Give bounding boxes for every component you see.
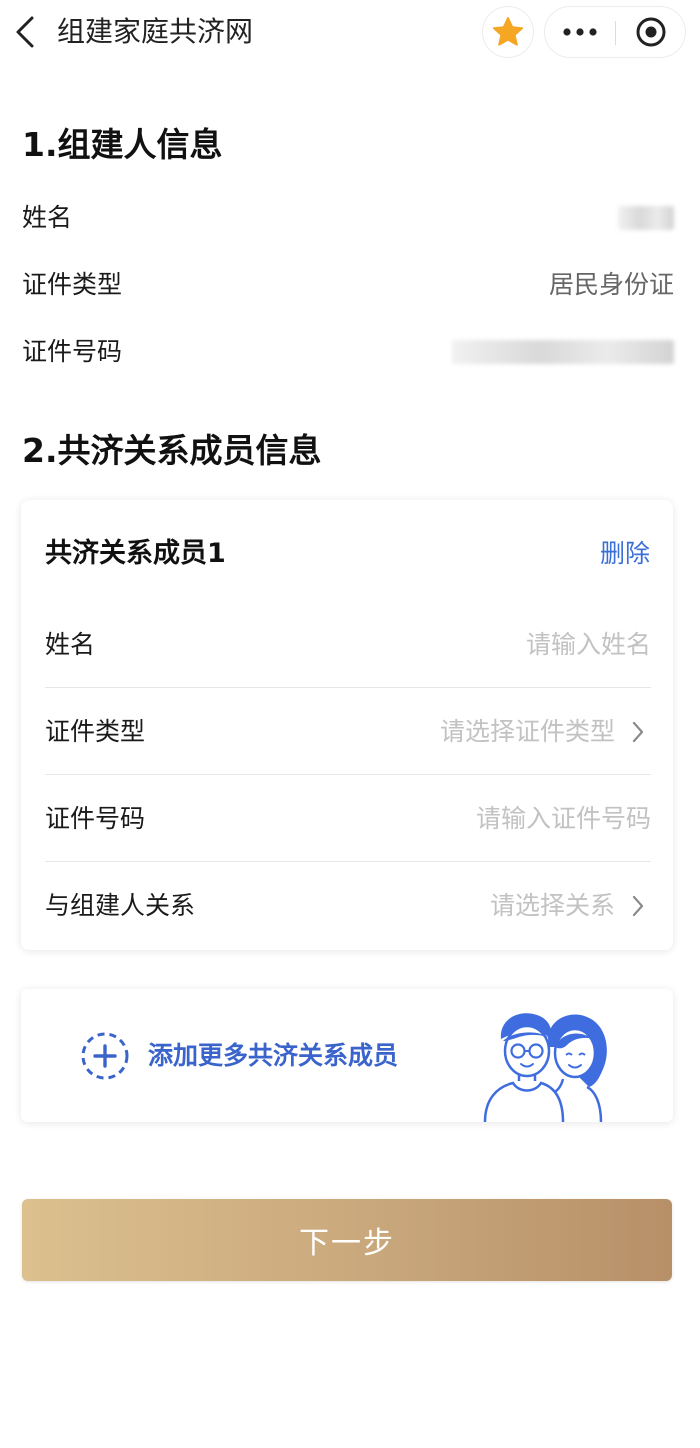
chevron-left-icon <box>16 16 34 48</box>
creator-id-type-row: 证件类型 居民身份证 <box>22 265 674 305</box>
favorite-button[interactable] <box>482 6 534 58</box>
close-button[interactable] <box>616 7 686 57</box>
member-name-input[interactable]: 请输入姓名 <box>526 625 651 665</box>
creator-name-label: 姓名 <box>22 203 73 232</box>
creator-id-number-row: 证件号码 <box>22 332 674 372</box>
creator-id-type-label: 证件类型 <box>22 270 123 299</box>
member-name-placeholder: 请输入姓名 <box>525 630 651 659</box>
top-navigation-bar: 组建家庭共济网 <box>0 0 700 66</box>
member-id-type-label: 证件类型 <box>45 717 146 746</box>
creator-name-row: 姓名 <box>22 198 674 238</box>
creator-name-redacted-value <box>618 206 674 230</box>
member-relation-placeholder: 请选择关系 <box>489 891 615 920</box>
page: 组建家庭共济网 1.组建人信息 姓名 证件类型 居民身份证 证件号码 2.共济关… <box>0 0 700 1448</box>
member-id-type-field[interactable]: 证件类型 请选择证件类型 <box>45 688 651 775</box>
target-circle-icon <box>636 17 666 47</box>
member-id-type-select[interactable]: 请选择证件类型 <box>440 712 645 752</box>
chevron-right-icon <box>632 895 644 917</box>
next-step-button[interactable]: 下一步 <box>22 1199 672 1281</box>
member-relation-label: 与组建人关系 <box>45 891 196 920</box>
member-card: 共济关系成员1 删除 姓名 请输入姓名 证件类型 请选择证件类型 证件号码 请输… <box>21 500 673 950</box>
member-relation-select[interactable]: 请选择关系 <box>490 886 645 926</box>
more-dots-icon <box>563 28 597 36</box>
delete-member-button[interactable]: 删除 <box>600 534 650 574</box>
add-circle-dashed-icon <box>81 1032 129 1080</box>
member-id-number-label: 证件号码 <box>45 804 146 833</box>
add-more-members-button[interactable]: 添加更多共济关系成员 <box>21 989 673 1122</box>
member-card-title: 共济关系成员1 <box>45 538 226 569</box>
member-name-label: 姓名 <box>45 630 96 659</box>
creator-id-number-redacted-value <box>452 340 674 364</box>
member-id-number-input[interactable]: 请输入证件号码 <box>476 799 651 839</box>
couple-illustration <box>483 1013 607 1122</box>
star-icon <box>493 17 523 46</box>
add-more-members-label: 添加更多共济关系成员 <box>148 1041 399 1070</box>
member-id-number-field[interactable]: 证件号码 请输入证件号码 <box>45 775 651 862</box>
member-name-field[interactable]: 姓名 请输入姓名 <box>45 601 651 688</box>
creator-id-number-label: 证件号码 <box>22 337 123 366</box>
member-relation-field[interactable]: 与组建人关系 请选择关系 <box>45 862 651 949</box>
member-id-number-placeholder: 请输入证件号码 <box>475 804 651 833</box>
member-id-type-placeholder: 请选择证件类型 <box>439 717 615 746</box>
section-title-creator-info: 1.组建人信息 <box>22 125 223 164</box>
more-button[interactable] <box>545 7 615 57</box>
chevron-right-icon <box>632 721 644 743</box>
section-title-member-info: 2.共济关系成员信息 <box>22 431 322 470</box>
next-step-label: 下一步 <box>299 1226 395 1261</box>
page-title: 组建家庭共济网 <box>57 15 254 48</box>
mini-program-capsule <box>544 6 686 58</box>
creator-id-type-value: 居民身份证 <box>548 270 674 299</box>
back-button[interactable] <box>8 12 44 52</box>
